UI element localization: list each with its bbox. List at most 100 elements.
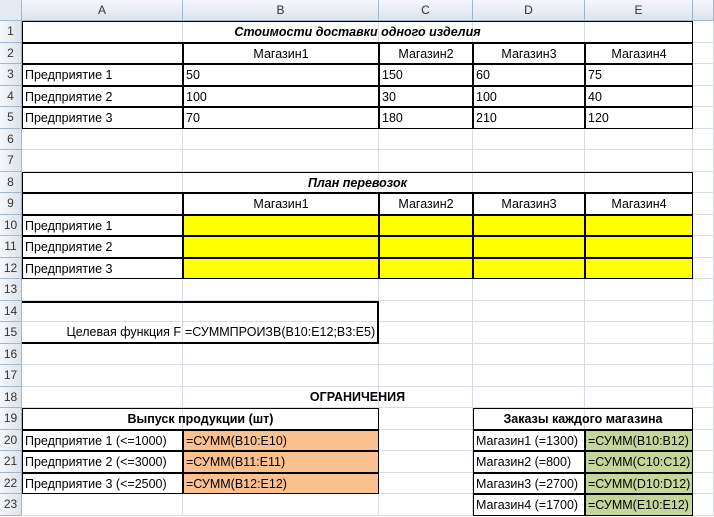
cell-bg[interactable] [22, 128, 183, 150]
column-header-f[interactable] [693, 0, 714, 21]
row-header-5[interactable]: 5 [0, 107, 22, 129]
cell-bg[interactable] [183, 150, 379, 172]
orders-formula-cell[interactable]: =СУММ(B10:B12) [585, 429, 693, 451]
cell-bg[interactable] [22, 365, 183, 387]
table1-value-cell[interactable]: 40 [585, 85, 693, 107]
plan-input-cell[interactable] [473, 236, 585, 258]
cell-bg[interactable] [693, 300, 714, 322]
cell-bg[interactable] [585, 365, 693, 387]
plan-input-cell[interactable] [585, 236, 693, 258]
cell-bg[interactable] [379, 343, 473, 365]
row-header-3[interactable]: 3 [0, 64, 22, 86]
cell-bg[interactable] [693, 64, 714, 86]
cell-bg[interactable] [693, 214, 714, 236]
cell-bg[interactable] [183, 365, 379, 387]
cell-bg[interactable] [693, 494, 714, 516]
cell-bg[interactable] [473, 300, 585, 322]
plan-input-cell[interactable] [183, 236, 379, 258]
cell-bg[interactable] [379, 128, 473, 150]
cell-bg[interactable] [585, 300, 693, 322]
cell-bg[interactable] [693, 365, 714, 387]
table1-value-cell[interactable]: 120 [585, 107, 693, 129]
row-header-17[interactable]: 17 [0, 365, 22, 387]
column-header-e[interactable]: E [585, 0, 693, 21]
cell-bg[interactable] [473, 279, 585, 301]
row-header-9[interactable]: 9 [0, 193, 22, 215]
cell-bg[interactable] [379, 408, 473, 430]
cell-bg[interactable] [473, 365, 585, 387]
cell-bg[interactable] [473, 343, 585, 365]
cell-bg[interactable] [22, 494, 183, 516]
cell-bg[interactable] [183, 343, 379, 365]
cell-bg[interactable] [379, 429, 473, 451]
cell-bg[interactable] [473, 322, 585, 344]
row-header-23[interactable]: 23 [0, 494, 22, 516]
cell-bg[interactable] [693, 408, 714, 430]
row-header-6[interactable]: 6 [0, 128, 22, 150]
column-header-c[interactable]: C [379, 0, 473, 21]
cell-bg[interactable] [585, 343, 693, 365]
table1-value-cell[interactable]: 100 [473, 85, 585, 107]
row-header-22[interactable]: 22 [0, 472, 22, 494]
cell-bg[interactable] [585, 150, 693, 172]
cell-bg[interactable] [22, 279, 183, 301]
orders-formula-cell[interactable]: =СУММ(C10:C12) [585, 451, 693, 473]
row-header-11[interactable]: 11 [0, 236, 22, 258]
row-header-13[interactable]: 13 [0, 279, 22, 301]
row-header-16[interactable]: 16 [0, 343, 22, 365]
cell-bg[interactable] [693, 322, 714, 344]
cell-bg[interactable] [693, 107, 714, 129]
cell-bg[interactable] [693, 386, 714, 408]
cell-bg[interactable] [693, 472, 714, 494]
plan-input-cell[interactable] [379, 214, 473, 236]
row-header-19[interactable]: 19 [0, 408, 22, 430]
table1-value-cell[interactable]: 50 [183, 64, 379, 86]
plan-input-cell[interactable] [379, 236, 473, 258]
table1-value-cell[interactable]: 75 [585, 64, 693, 86]
row-header-15[interactable]: 15 [0, 322, 22, 344]
cell-bg[interactable] [183, 128, 379, 150]
row-header-10[interactable]: 10 [0, 214, 22, 236]
plan-input-cell[interactable] [585, 257, 693, 279]
row-header-1[interactable]: 1 [0, 21, 22, 43]
plan-input-cell[interactable] [379, 257, 473, 279]
cell-bg[interactable] [585, 279, 693, 301]
row-header-21[interactable]: 21 [0, 451, 22, 473]
cell-bg[interactable] [379, 279, 473, 301]
row-header-12[interactable]: 12 [0, 257, 22, 279]
cell-bg[interactable] [585, 128, 693, 150]
production-formula-cell[interactable]: =СУММ(B10:E10) [183, 429, 379, 451]
cell-bg[interactable] [693, 193, 714, 215]
production-formula-cell[interactable]: =СУММ(B12:E12) [183, 472, 379, 494]
cell-bg[interactable] [693, 257, 714, 279]
table1-value-cell[interactable]: 70 [183, 107, 379, 129]
column-header-d[interactable]: D [473, 0, 585, 21]
row-header-14[interactable]: 14 [0, 300, 22, 322]
cell-bg[interactable] [693, 279, 714, 301]
cell-bg[interactable] [693, 236, 714, 258]
cell-bg[interactable] [183, 279, 379, 301]
cell-bg[interactable] [379, 494, 473, 516]
row-header-2[interactable]: 2 [0, 42, 22, 64]
cell-bg[interactable] [22, 343, 183, 365]
orders-formula-cell[interactable]: =СУММ(D10:D12) [585, 472, 693, 494]
column-header-a[interactable]: A [22, 0, 183, 21]
row-header-7[interactable]: 7 [0, 150, 22, 172]
cell-bg[interactable] [693, 150, 714, 172]
plan-input-cell[interactable] [473, 214, 585, 236]
cell-bg[interactable] [693, 171, 714, 193]
cell-bg[interactable] [693, 451, 714, 473]
objective-formula-cell[interactable]: =СУММПРОИЗВ(B10:E12;B3:E5) [183, 322, 379, 344]
row-header-8[interactable]: 8 [0, 171, 22, 193]
plan-input-cell[interactable] [183, 257, 379, 279]
cell-bg[interactable] [379, 300, 473, 322]
cell-bg[interactable] [585, 322, 693, 344]
cell-bg[interactable] [693, 85, 714, 107]
plan-input-cell[interactable] [473, 257, 585, 279]
cell-bg[interactable] [693, 128, 714, 150]
plan-input-cell[interactable] [183, 214, 379, 236]
table1-value-cell[interactable]: 30 [379, 85, 473, 107]
production-formula-cell[interactable]: =СУММ(B11:E11) [183, 451, 379, 473]
row-header-4[interactable]: 4 [0, 85, 22, 107]
cell-bg[interactable] [693, 21, 714, 43]
